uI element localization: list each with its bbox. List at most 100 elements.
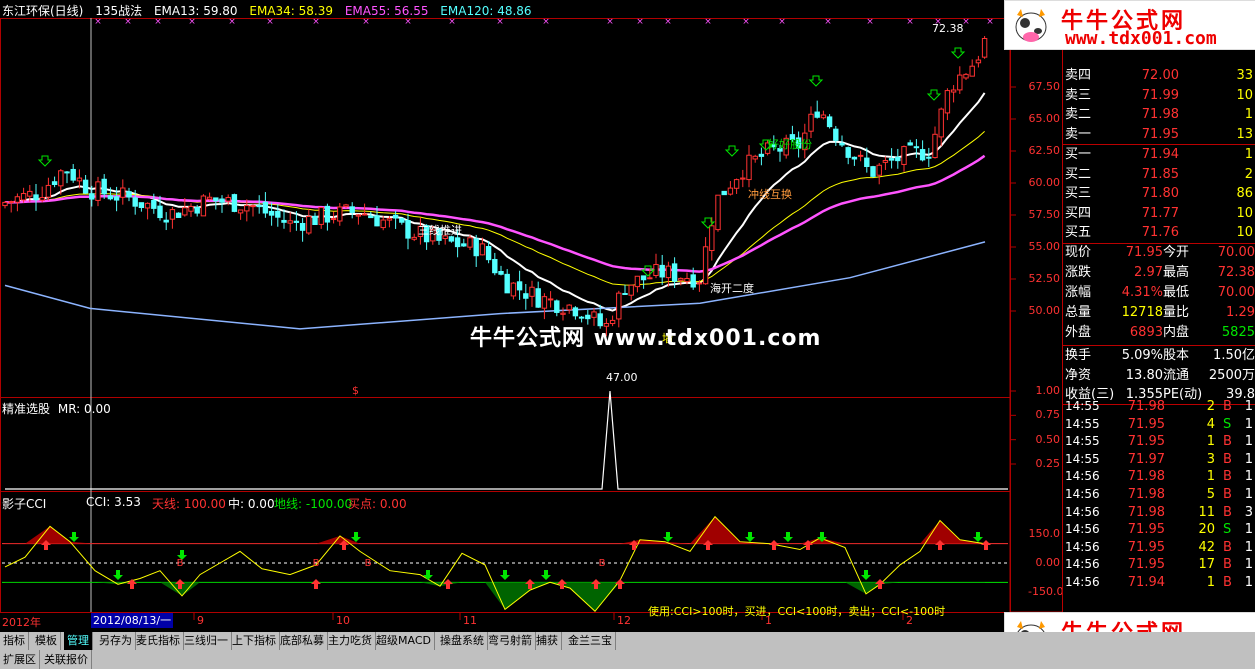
signal-x-marker: × <box>94 17 102 27</box>
signal-b-marker: B <box>177 558 184 569</box>
candle-body <box>256 205 262 208</box>
tick-row[interactable]: 14:56 71.94 1 B 1 <box>1063 574 1255 591</box>
tick-row[interactable]: 14:56 71.95 42 B 1 <box>1063 539 1255 556</box>
sell-row[interactable]: 卖二 71.98 1 <box>1063 105 1255 125</box>
tab2-1[interactable]: 关联报价 <box>41 650 92 669</box>
tab-1[interactable]: 模板 <box>32 632 61 650</box>
tab-13[interactable]: 金兰三宝 <box>565 632 616 650</box>
quote-label: 量比 <box>1163 305 1190 320</box>
tab-6[interactable]: 上下指标 <box>229 632 280 650</box>
tick-row[interactable]: 14:55 71.95 1 B 1 <box>1063 433 1255 450</box>
tick-row[interactable]: 14:56 71.98 1 B 1 <box>1063 468 1255 485</box>
tick-side: S <box>1223 416 1232 432</box>
candle-body <box>175 212 182 218</box>
sell-point-arrow-icon <box>69 532 79 542</box>
tick-time: 14:56 <box>1065 469 1100 484</box>
tab-9[interactable]: 超级MACD <box>373 632 435 650</box>
sell-point-arrow-icon <box>861 570 871 580</box>
buy-row[interactable]: 买四 71.77 10 <box>1063 204 1255 224</box>
price-tick-label: 57.50 <box>1028 208 1061 221</box>
candle-body <box>616 292 622 320</box>
tick-price: 71.98 <box>1127 399 1165 414</box>
quote-value: 71.95 <box>1125 245 1163 260</box>
tick-row[interactable]: 14:56 71.95 17 B 1 <box>1063 556 1255 573</box>
candle-body <box>82 179 89 194</box>
sell-row[interactable]: 卖三 71.99 10 <box>1063 86 1255 106</box>
tick-price: 71.98 <box>1127 487 1165 502</box>
sell-row[interactable]: 卖一 71.95 13 <box>1063 125 1255 145</box>
tick-row[interactable]: 14:56 71.98 11 B 3 <box>1063 504 1255 521</box>
candle-body <box>343 204 349 207</box>
signal-x-marker: × <box>704 17 712 27</box>
logo-url: www.tdx001.com <box>1065 28 1217 49</box>
candle-body <box>560 312 566 315</box>
tab-11[interactable]: 弯弓射箭 <box>485 632 536 650</box>
tick-row[interactable]: 14:55 71.95 4 S 1 <box>1063 416 1255 433</box>
candle-body <box>306 215 312 234</box>
candle-body <box>268 210 275 216</box>
candle-body <box>107 195 114 200</box>
candle-body <box>132 197 138 207</box>
tick-row[interactable]: 14:56 71.98 5 B 1 <box>1063 486 1255 503</box>
sell-point-arrow-icon <box>500 570 510 580</box>
candle-body <box>293 220 300 223</box>
tick-volume: 20 <box>1198 522 1215 538</box>
tick-row[interactable]: 14:55 71.97 3 B 1 <box>1063 451 1255 468</box>
tab-3[interactable]: 另存为 <box>96 632 136 650</box>
buy-price: 71.80 <box>1141 186 1179 201</box>
candle-body <box>467 237 473 248</box>
candle-body <box>529 286 535 297</box>
candle-body <box>45 184 52 198</box>
tab-2[interactable]: 管理 <box>64 632 93 650</box>
signal-x-marker: × <box>188 17 196 27</box>
candle-body <box>76 177 83 182</box>
tab2-0[interactable]: 扩展区 <box>0 650 40 669</box>
tick-row[interactable]: 14:55 71.98 2 B 1 <box>1063 398 1255 415</box>
tab-12[interactable]: 捕获 <box>533 632 562 650</box>
tab-10[interactable]: 操盘系统 <box>437 632 488 650</box>
tick-volume: 1 <box>1206 575 1215 590</box>
tick-side: S <box>1223 522 1232 538</box>
sell-volume: 1 <box>1244 107 1253 122</box>
panel2-mr: MR: 0.00 <box>57 402 111 416</box>
candle-body <box>814 111 820 118</box>
signal-b-marker: B <box>599 558 606 569</box>
sell-label: 卖一 <box>1065 126 1092 142</box>
tab-4[interactable]: 麦氏指标 <box>133 632 184 650</box>
cci-value: CCI: 3.53 <box>86 495 141 509</box>
buy-arrow-icon <box>640 265 656 277</box>
buy-row[interactable]: 买一 71.94 1 <box>1063 145 1255 165</box>
buy-row[interactable]: 买二 71.85 2 <box>1063 165 1255 185</box>
tick-time: 14:56 <box>1065 557 1100 572</box>
annotation-sanxian: 三线推进 <box>418 224 462 237</box>
tick-row[interactable]: 14:56 71.95 20 S 1 <box>1063 521 1255 538</box>
candle-body <box>535 288 541 308</box>
candle-body <box>144 202 151 209</box>
candle-body <box>733 179 740 189</box>
candle-body <box>727 187 734 195</box>
quote-value: 70.00 <box>1217 245 1255 260</box>
buy-row[interactable]: 买三 71.80 86 <box>1063 184 1255 204</box>
candle-body <box>219 198 225 203</box>
buy-row[interactable]: 买五 71.76 10 <box>1063 223 1255 243</box>
candle-body <box>981 38 988 58</box>
candle-body <box>932 133 938 159</box>
price-chart[interactable]: × × × × × × × × × × × × × × × × × × × × × × × × BBBB <box>0 0 1062 632</box>
candle-body <box>138 202 145 209</box>
candle-body <box>89 193 95 200</box>
tab-8[interactable]: 主力吃货 <box>325 632 376 650</box>
tab-0[interactable]: 指标 <box>0 632 29 650</box>
buy-arrow-icon <box>808 75 824 87</box>
candle-body <box>405 220 411 239</box>
tick-volume: 5 <box>1206 487 1215 502</box>
sell-label: 卖四 <box>1065 68 1092 83</box>
sell-row[interactable]: 卖四 72.00 33 <box>1063 66 1255 86</box>
tab-7[interactable]: 底部私募 <box>277 632 328 650</box>
tick-volume: 3 <box>1206 451 1215 467</box>
candle-body <box>578 316 585 319</box>
tab-5[interactable]: 三线归一 <box>181 632 232 650</box>
quote-value: 70.00 <box>1217 285 1255 300</box>
price-tick-label: 60.00 <box>1028 176 1061 189</box>
tick-volume: 1 <box>1206 434 1215 450</box>
quote-label: 外盘 <box>1065 325 1092 340</box>
